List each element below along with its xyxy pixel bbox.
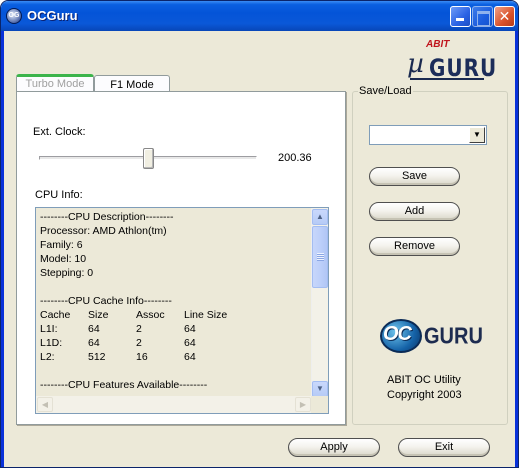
cache-cell: 64 [184, 351, 196, 363]
cache-cell: 64 [88, 323, 100, 335]
cache-cell: L1D: [40, 337, 63, 349]
cpu-features-header: --------CPU Features Available-------- [40, 379, 208, 391]
app-icon[interactable]: OG [6, 8, 22, 24]
chevron-up-icon: ▲ [316, 212, 324, 221]
abit-logo: ABIT [426, 39, 450, 50]
mu-logo-glyph: µ [407, 49, 424, 79]
cache-cell: L1I: [40, 323, 58, 335]
cpu-cache-header: --------CPU Cache Info-------- [40, 295, 172, 307]
cache-row: L1D: 64 2 64 [40, 336, 310, 350]
ocguru-window: OG OCGuru ✕ ABIT µ GURU Turbo Mode F1 Mo… [0, 0, 519, 468]
cache-col-size: Size [88, 309, 109, 321]
add-button[interactable]: Add [369, 202, 460, 221]
apply-button[interactable]: Apply [288, 438, 380, 457]
scroll-thumb[interactable] [312, 226, 328, 288]
cpu-processor: Processor: AMD Athlon(tm) [40, 225, 167, 237]
cache-cell: 64 [184, 337, 196, 349]
remove-button[interactable]: Remove [369, 237, 460, 256]
scroll-down-button[interactable]: ▼ [312, 381, 328, 397]
grip-icon [317, 253, 324, 261]
logo-underline [410, 78, 484, 80]
ext-clock-label: Ext. Clock: [33, 126, 86, 138]
oc-guru-logo: OC GURU [380, 319, 484, 355]
chevron-left-icon: ◀ [41, 400, 49, 409]
tab-turbo-mode[interactable]: Turbo Mode [16, 74, 94, 92]
cache-cell: 2 [136, 323, 142, 335]
chevron-right-icon: ▶ [299, 400, 307, 409]
save-button[interactable]: Save [369, 167, 460, 186]
title-bar[interactable]: OG OCGuru ✕ [1, 1, 518, 31]
scrollbar-corner [311, 396, 328, 413]
scroll-right-button: ▶ [295, 397, 311, 412]
cpu-model: Model: 10 [40, 253, 87, 265]
cache-cell: 16 [136, 351, 148, 363]
cache-col-assoc: Assoc [136, 309, 165, 321]
profile-select[interactable]: ▼ [369, 125, 487, 145]
minimize-button[interactable] [450, 6, 471, 27]
cpu-info-content: --------CPU Description-------- Processo… [40, 210, 310, 398]
maximize-button [472, 6, 493, 27]
cpu-stepping: Stepping: 0 [40, 267, 94, 279]
cpu-description-header: --------CPU Description-------- [40, 211, 174, 223]
exit-button[interactable]: Exit [398, 438, 490, 457]
tab-f1-mode[interactable]: F1 Mode [94, 75, 170, 92]
utility-name: ABIT OC Utility [387, 374, 461, 386]
chevron-down-icon: ▼ [473, 130, 481, 139]
scroll-left-button: ◀ [37, 397, 53, 412]
cache-cell: 64 [184, 323, 196, 335]
window-frame-left [1, 31, 4, 467]
cache-cell: 512 [88, 351, 106, 363]
cpu-info-textbox[interactable]: --------CPU Description-------- Processo… [35, 207, 329, 414]
guru-logo-text: GURU [424, 324, 483, 350]
close-button[interactable]: ✕ [494, 6, 515, 27]
ext-clock-slider-thumb[interactable] [143, 148, 154, 169]
cache-cell: 2 [136, 337, 142, 349]
scroll-up-button[interactable]: ▲ [312, 209, 328, 225]
chevron-down-icon: ▼ [316, 384, 324, 393]
dropdown-button[interactable]: ▼ [469, 127, 485, 143]
cpu-info-vertical-scrollbar[interactable]: ▲ ▼ [311, 208, 328, 398]
window-frame-right [515, 31, 518, 467]
copyright-text: Copyright 2003 [387, 389, 462, 401]
cache-cell: 64 [88, 337, 100, 349]
cache-col-line-size: Line Size [184, 309, 228, 321]
cache-column-headers: Cache Size Assoc Line Size [40, 308, 310, 322]
cpu-info-label: CPU Info: [35, 189, 83, 201]
cache-row: L2: 512 16 64 [40, 350, 310, 364]
close-icon: ✕ [498, 8, 511, 24]
cpu-family: Family: 6 [40, 239, 83, 251]
window-title: OCGuru [27, 8, 78, 23]
oc-logo-text: OC [383, 323, 412, 345]
cpu-info-horizontal-scrollbar: ◀ ▶ [36, 396, 312, 413]
save-load-label: Save/Load [358, 85, 413, 97]
cache-col-name: Cache [40, 309, 71, 321]
cache-cell: L2: [40, 351, 55, 363]
cache-row: L1I: 64 2 64 [40, 322, 310, 336]
ext-clock-value: 200.36 [278, 152, 312, 164]
